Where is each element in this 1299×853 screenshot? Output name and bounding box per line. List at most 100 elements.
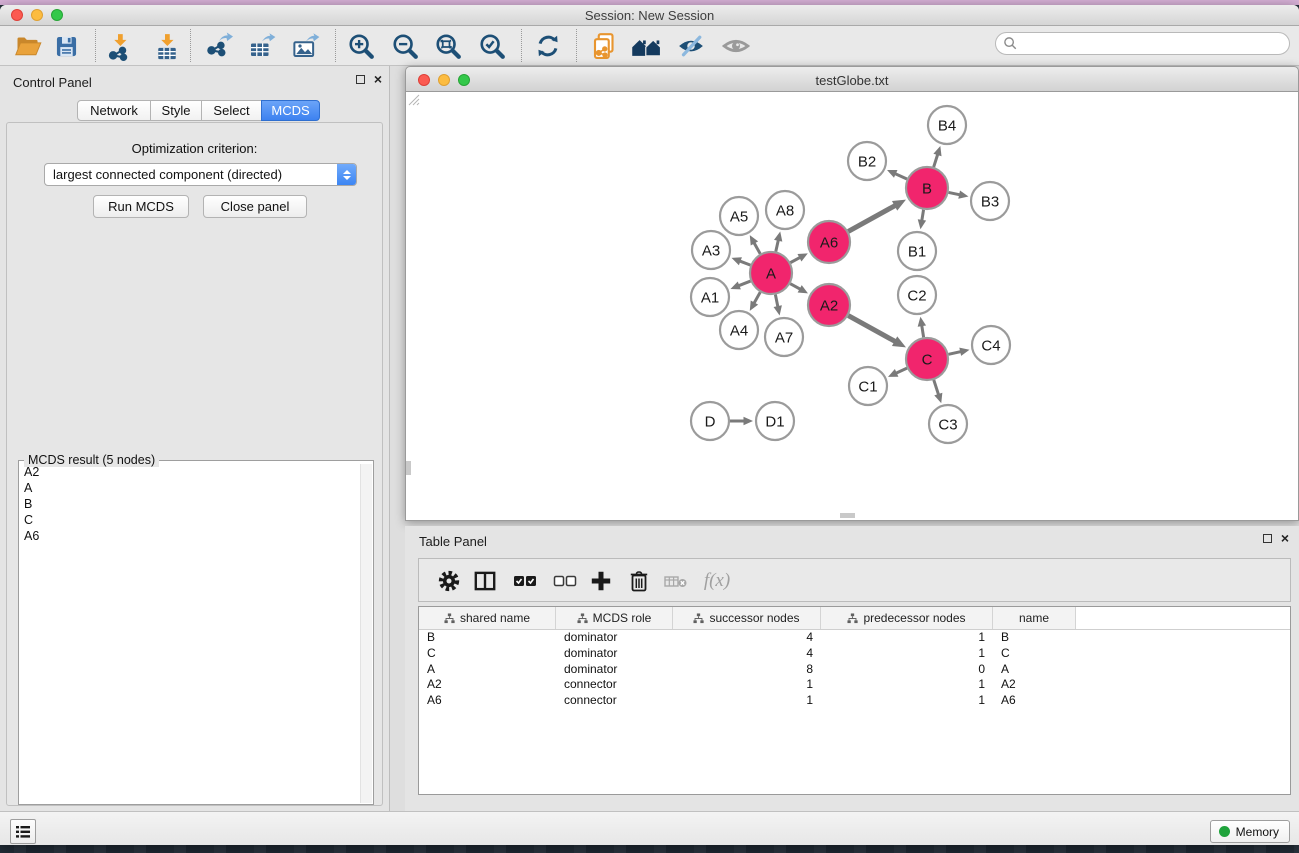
first-neighbors-button[interactable] [631,30,663,62]
table-header-row: shared nameMCDS rolesuccessor nodesprede… [419,607,1290,630]
edge-C-C3[interactable] [934,380,939,396]
graph-node-A[interactable]: A [750,252,792,294]
edge-A6-B[interactable] [848,205,896,231]
graph-node-B4[interactable]: B4 [928,106,966,144]
refresh-layout-button[interactable] [532,30,564,62]
graph-node-B3[interactable]: B3 [971,182,1009,220]
open-session-button[interactable] [12,30,44,62]
graph-node-B[interactable]: B [906,167,948,209]
graph-node-A7[interactable]: A7 [765,318,803,356]
column-header-MCDS-role[interactable]: MCDS role [556,607,673,629]
result-list-item[interactable]: A [20,480,361,496]
graph-node-D[interactable]: D [691,402,729,440]
edge-A-A4[interactable] [753,292,760,304]
edge-C-C4[interactable] [948,351,962,354]
criterion-select[interactable]: largest connected component (directed) [44,163,357,186]
function-builder-button[interactable]: f(x) [697,566,737,596]
import-network-button[interactable] [104,30,136,62]
toolbar-separator [521,29,522,62]
result-list-item[interactable]: B [20,496,361,512]
column-header-successor-nodes[interactable]: successor nodes [673,607,821,629]
column-header-predecessor-nodes[interactable]: predecessor nodes [821,607,993,629]
close-panel-button[interactable]: Close panel [203,195,307,218]
zoom-fit-button[interactable] [432,30,464,62]
zoom-selected-button[interactable] [476,30,508,62]
delete-table-button[interactable] [661,566,691,596]
edge-B-B4[interactable] [934,153,938,167]
graph-node-A5[interactable]: A5 [720,197,758,235]
hide-details-button[interactable] [675,30,707,62]
close-panel-icon[interactable]: × [374,74,382,85]
show-column-button[interactable] [470,566,500,596]
graph-node-A6[interactable]: A6 [808,221,850,263]
table-row[interactable]: Adominator80A [419,662,1290,678]
table-cell: 1 [821,677,993,693]
delete-column-button[interactable] [624,566,654,596]
graph-node-A8[interactable]: A8 [766,191,804,229]
tab-select[interactable]: Select [201,100,262,121]
toolbar-separator [335,29,336,62]
graph-node-B1[interactable]: B1 [898,232,936,270]
run-mcds-button[interactable]: Run MCDS [93,195,189,218]
graph-node-C1[interactable]: C1 [849,367,887,405]
result-list-scrollbar[interactable] [360,464,372,803]
zoom-in-button[interactable] [345,30,377,62]
edge-A-A1[interactable] [737,281,750,286]
tab-mcds[interactable]: MCDS [261,100,320,121]
select-all-columns-button[interactable] [510,566,540,596]
edge-arrowhead-icon [934,393,942,403]
result-list-item[interactable]: A6 [20,528,361,544]
table-settings-button[interactable] [434,566,464,596]
result-list-item[interactable]: A2 [20,464,361,480]
edge-A-A7[interactable] [775,295,778,309]
clone-network-button[interactable] [589,30,621,62]
export-network-button[interactable] [203,30,235,62]
edge-C-C1[interactable] [895,368,907,374]
table-row[interactable]: Cdominator41C [419,646,1290,662]
search-field[interactable] [995,32,1290,55]
close-table-panel-icon[interactable]: × [1281,533,1289,544]
column-header-name[interactable]: name [993,607,1076,629]
table-row[interactable]: A2connector11A2 [419,677,1290,693]
export-image-button[interactable] [289,30,321,62]
horizontal-scroll-thumb[interactable] [840,513,855,518]
column-header-shared-name[interactable]: shared name [419,607,556,629]
graph-node-D1[interactable]: D1 [756,402,794,440]
tab-style[interactable]: Style [150,100,202,121]
table-row[interactable]: A6connector11A6 [419,693,1290,709]
search-input[interactable] [1018,34,1289,54]
graph-node-A3[interactable]: A3 [692,231,730,269]
table-row[interactable]: Bdominator41B [419,630,1290,646]
task-history-button[interactable] [10,819,36,844]
import-table-button[interactable] [151,30,183,62]
save-session-button[interactable] [50,30,82,62]
vertical-scroll-thumb[interactable] [406,461,411,475]
column-tree-icon [577,613,588,624]
export-table-button[interactable] [245,30,277,62]
deselect-all-columns-button[interactable] [550,566,580,596]
graph-node-A4[interactable]: A4 [720,311,758,349]
float-table-panel-icon[interactable] [1263,534,1272,543]
graph-node-A2[interactable]: A2 [808,284,850,326]
float-panel-icon[interactable] [356,75,365,84]
table-panel: Table Panel × [405,526,1299,812]
graph-node-C2[interactable]: C2 [898,276,936,314]
show-details-button[interactable] [720,30,752,62]
zoom-out-button[interactable] [389,30,421,62]
homes-icon [631,31,663,61]
resize-grip-icon[interactable] [406,92,420,106]
create-column-button[interactable] [586,566,616,596]
tab-network[interactable]: Network [77,100,151,121]
graph-node-C3[interactable]: C3 [929,405,967,443]
graph-node-C4[interactable]: C4 [972,326,1010,364]
memory-button[interactable]: Memory [1210,820,1290,843]
edge-A2-C[interactable] [848,316,896,342]
graph-node-B2[interactable]: B2 [848,142,886,180]
result-list-item[interactable]: C [20,512,361,528]
network-canvas[interactable]: B4 B2 B B3 A5A8A6 B1 A3 A C2 A1 A2 A4A7 C4 C C1 C3 D D1 [405,92,1299,521]
graph-node-A1[interactable]: A1 [691,278,729,316]
graph-node-C[interactable]: C [906,338,948,380]
edge-B-B2[interactable] [894,173,907,179]
checked-boxes-icon [512,568,538,594]
edge-A-A5[interactable] [753,242,760,254]
